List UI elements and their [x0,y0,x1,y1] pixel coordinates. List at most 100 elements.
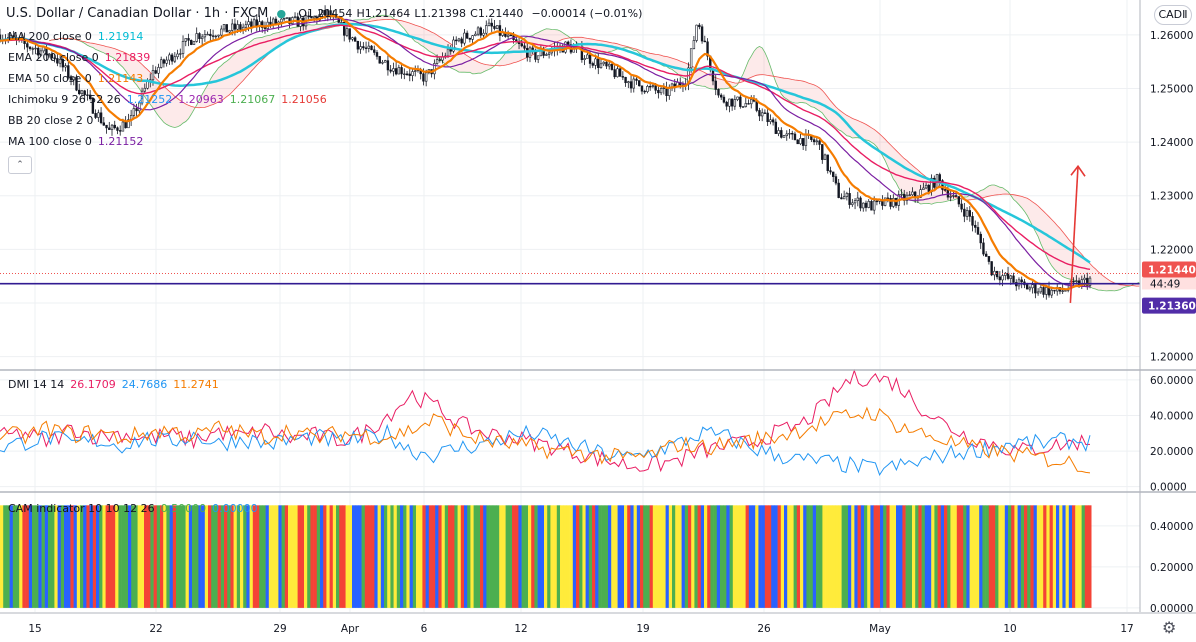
cam-bar [790,505,794,608]
candle-body [476,27,480,35]
cam-bar [681,505,686,608]
cam-bar [745,505,750,608]
candle-body [1064,290,1067,292]
candle-body [192,41,196,45]
candle-body [1047,287,1051,296]
cam-bar [979,505,983,608]
candle-body [621,76,625,78]
cam-bar [137,505,142,608]
candle-body [400,67,403,75]
cam-bar [6,505,10,608]
candle-body [840,197,843,200]
candle-body [143,87,146,92]
candle-body [465,32,469,39]
cam-bar [454,505,458,608]
cam-bar [825,505,830,608]
candle-body [755,100,758,111]
cam-bar [102,505,106,608]
cam-bar [300,505,305,608]
dmi-axis-label: 60.0000 [1150,375,1193,387]
cam-bar [486,505,490,608]
collapse-legend-button[interactable]: ⌃ [8,156,32,174]
cam-bar [425,505,430,608]
candle-body [567,41,570,45]
candle-body [801,138,805,146]
candle-body [1009,275,1012,279]
candle-body [714,80,717,90]
cam-bar [387,505,391,608]
cam-bar [441,505,446,608]
gear-icon[interactable]: ⚙ [1162,618,1176,637]
candle-body [506,34,510,37]
cam-bar [80,505,84,608]
chart-canvas[interactable]: 1.200001.210001.220001.230001.240001.250… [0,0,1196,642]
candle-body [971,216,974,226]
candle-body [375,52,379,57]
candle-body [736,96,739,100]
cam-bar [761,505,766,608]
candle-body [455,39,458,42]
cam-bar [422,505,426,608]
candle-body [725,101,728,107]
cam-bar [1065,505,1070,608]
candle-body [345,28,349,36]
candle-body [1042,287,1045,295]
cam-bar [976,505,980,608]
cam-bar [665,505,670,608]
visibility-dot-icon[interactable]: ● [276,7,286,20]
cam-bar [985,505,990,608]
cam-bar [502,505,506,608]
candle-body [1083,277,1086,281]
cam-bar [377,505,382,608]
cam-bar [569,505,574,608]
cam-bar [361,505,366,608]
cam-bar [848,505,852,608]
candle-body [766,112,769,123]
candle-body [424,72,428,82]
candle-body [594,58,597,66]
candle-body [1039,287,1043,293]
candle-body [588,54,592,64]
candle-body [479,27,483,36]
cam-bar [704,505,708,608]
cam-bar [3,505,7,608]
cam-bar [38,505,42,608]
candle-body [211,35,215,37]
cam-bar [700,505,705,608]
cam-bar [153,505,158,608]
cam-bar [1014,505,1018,608]
price-axis-label: 1.22000 [1150,244,1193,256]
cam-bar [838,505,842,608]
candle-body [610,63,614,70]
cam-bar [864,505,868,608]
cam-bar [464,505,468,608]
candle-body [94,113,97,118]
cam-bar [835,505,839,608]
candle-body [665,87,668,96]
cam-bar [822,505,826,608]
candle-body [968,210,971,217]
candle-body [938,174,941,181]
cam-bar [201,505,206,608]
cam-bar [1068,505,1073,608]
candle-body [832,171,835,177]
cam-bar [51,505,55,608]
cam-bar [272,505,276,608]
candle-body [583,58,586,60]
candle-body [474,33,477,36]
candle-body [269,21,272,25]
candle-body [373,49,376,53]
cam-bar [451,505,455,608]
symbol-title[interactable]: U.S. Dollar / Canadian Dollar · 1h · FXC… [6,6,268,21]
cam-bar [931,505,935,608]
candle-body [1061,290,1064,292]
cam-bar [787,505,791,608]
currency-button[interactable]: CADⅡ [1154,5,1192,25]
candle-body [378,56,381,64]
cam-bar [662,505,666,608]
candle-body [741,106,745,108]
cam-bar [1033,505,1038,608]
candle-body [804,134,808,146]
cam-bar [659,505,663,608]
candle-body [842,196,846,200]
